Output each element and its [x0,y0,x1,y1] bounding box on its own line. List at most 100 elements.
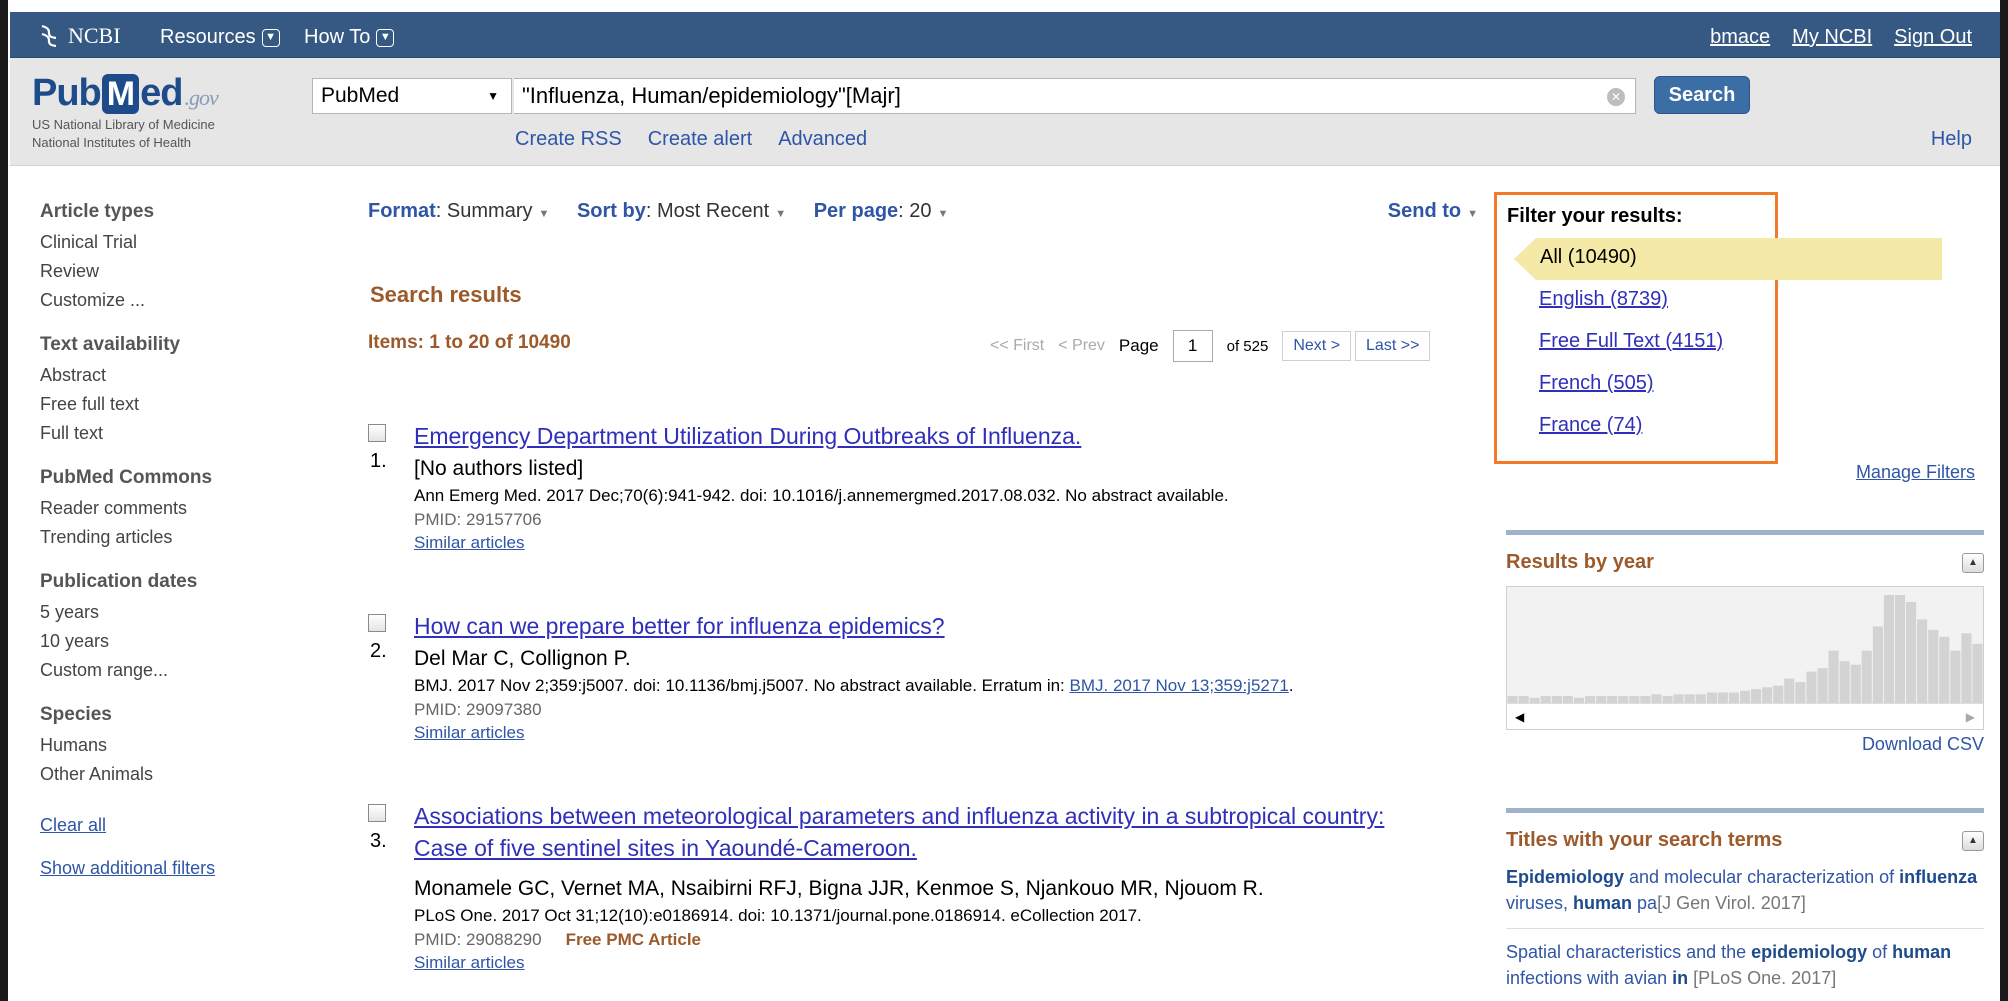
database-select[interactable]: PubMed ▼ [312,78,512,114]
clear-all-link[interactable]: Clear all [40,815,106,835]
filter-item[interactable]: Other Animals [40,760,320,789]
scroll-left-icon[interactable]: ◀ [1515,710,1524,724]
year-bar[interactable] [1762,687,1773,703]
result-title-link[interactable]: How can we prepare better for influenza … [414,610,1476,642]
resources-menu[interactable]: Resources ▼ [160,26,280,49]
filter-item[interactable]: Review [40,257,320,286]
page-number-input[interactable]: 1 [1172,330,1213,362]
filter-english-link[interactable]: English (8739) [1539,288,1668,311]
chart-scrollbar[interactable]: ◀ ▶ [1507,703,1983,729]
year-bar[interactable] [1662,696,1673,703]
free-pmc-badge[interactable]: Free PMC Article [566,930,701,949]
search-input[interactable]: "Influenza, Human/epidemiology"[Majr] ✕ [514,78,1636,114]
collapse-icon[interactable]: ▲ [1962,552,1984,573]
year-bar[interactable] [1850,664,1861,703]
filter-item[interactable]: Clinical Trial [40,228,320,257]
per-page-dropdown[interactable]: Per page: 20 ▼ [814,200,971,222]
erratum-link[interactable]: BMJ. 2017 Nov 13;359:j5271 [1070,676,1289,695]
related-title-item[interactable]: Spatial characteristics and the epidemio… [1506,928,1984,991]
year-bar[interactable] [1717,692,1728,704]
manage-filters-link[interactable]: Manage Filters [1856,462,1975,483]
filter-item[interactable]: Reader comments [40,494,320,523]
show-additional-filters-link[interactable]: Show additional filters [40,858,215,878]
year-bar[interactable] [1784,678,1795,703]
year-bar[interactable] [1585,696,1596,703]
year-bar[interactable] [1540,696,1551,703]
filter-item[interactable]: Free full text [40,390,320,419]
year-bar[interactable] [1695,694,1706,703]
year-bar[interactable] [1607,696,1618,703]
result-checkbox[interactable] [368,804,386,822]
year-bar[interactable] [1961,633,1972,703]
howto-menu[interactable]: How To ▼ [304,26,395,49]
year-bar[interactable] [1861,650,1872,703]
result-title-link[interactable]: Associations between meteorological para… [414,800,1436,864]
send-to-dropdown[interactable]: Send to ▼ [1388,200,1478,223]
sign-out-link[interactable]: Sign Out [1894,26,1972,49]
filter-item[interactable]: 5 years [40,598,320,627]
advanced-link[interactable]: Advanced [778,128,867,151]
filter-item[interactable]: Trending articles [40,523,320,552]
download-csv-link[interactable]: Download CSV [1506,734,1984,755]
year-bar[interactable] [1917,619,1928,703]
year-bar[interactable] [1795,682,1806,703]
next-page-button[interactable]: Next > [1282,331,1352,361]
filter-item[interactable]: Custom range... [40,656,320,685]
my-ncbi-link[interactable]: My NCBI [1792,26,1872,49]
year-bar[interactable] [1828,650,1839,703]
related-title-item[interactable]: Epidemiology and molecular characterizat… [1506,864,1984,916]
similar-articles-link[interactable]: Similar articles [414,722,1476,744]
filter-item[interactable]: Humans [40,731,320,760]
year-bar[interactable] [1928,629,1939,703]
username-link[interactable]: bmace [1710,26,1770,49]
year-bar[interactable] [1740,690,1751,703]
year-bar[interactable] [1817,668,1828,703]
year-bar[interactable] [1939,636,1950,703]
collapse-icon[interactable]: ▲ [1962,830,1984,851]
filter-french-link[interactable]: French (505) [1539,372,1654,395]
sort-dropdown[interactable]: Sort by: Most Recent ▼ [577,200,808,222]
scroll-right-icon[interactable]: ▶ [1966,710,1975,724]
year-bar[interactable] [1651,694,1662,703]
year-bar[interactable] [1883,595,1894,703]
year-bar[interactable] [1728,692,1739,704]
year-bar[interactable] [1972,643,1983,703]
year-bar[interactable] [1806,671,1817,703]
year-bar[interactable] [1839,661,1850,703]
year-bar[interactable] [1640,696,1651,703]
result-checkbox[interactable] [368,424,386,442]
filter-item[interactable]: Full text [40,419,320,448]
format-dropdown[interactable]: Format: Summary ▼ [368,200,571,222]
search-button[interactable]: Search [1654,76,1750,114]
year-bar[interactable] [1629,696,1640,703]
result-title-link[interactable]: Emergency Department Utilization During … [414,420,1476,452]
pubmed-logo[interactable]: Pub Med .gov US National Library of Medici… [32,72,219,151]
similar-articles-link[interactable]: Similar articles [414,952,1436,974]
filter-free-full-text-link[interactable]: Free Full Text (4151) [1539,330,1723,353]
filter-all-selected[interactable]: All (10490) [1514,238,1942,280]
last-page-button[interactable]: Last >> [1355,331,1431,361]
create-alert-link[interactable]: Create alert [648,128,753,151]
year-bar[interactable] [1618,696,1629,703]
year-bar[interactable] [1906,602,1917,703]
create-rss-link[interactable]: Create RSS [515,128,622,151]
year-bar[interactable] [1507,696,1518,703]
help-link[interactable]: Help [1931,128,1972,151]
year-bar[interactable] [1950,650,1961,703]
year-bar[interactable] [1518,696,1529,703]
year-bar[interactable] [1596,696,1607,703]
result-checkbox[interactable] [368,614,386,632]
clear-icon[interactable]: ✕ [1607,88,1625,106]
filter-item[interactable]: Abstract [40,361,320,390]
year-bar[interactable] [1773,685,1784,703]
year-bar[interactable] [1706,692,1717,704]
year-bar[interactable] [1562,696,1573,703]
year-bar[interactable] [1872,626,1883,703]
filter-item[interactable]: Customize ... [40,286,320,315]
ncbi-logo[interactable]: NCBI [38,23,121,49]
similar-articles-link[interactable]: Similar articles [414,532,1476,554]
filter-item[interactable]: 10 years [40,627,320,656]
year-bar[interactable] [1751,689,1762,703]
year-bar[interactable] [1894,595,1905,703]
year-bar[interactable] [1673,694,1684,703]
